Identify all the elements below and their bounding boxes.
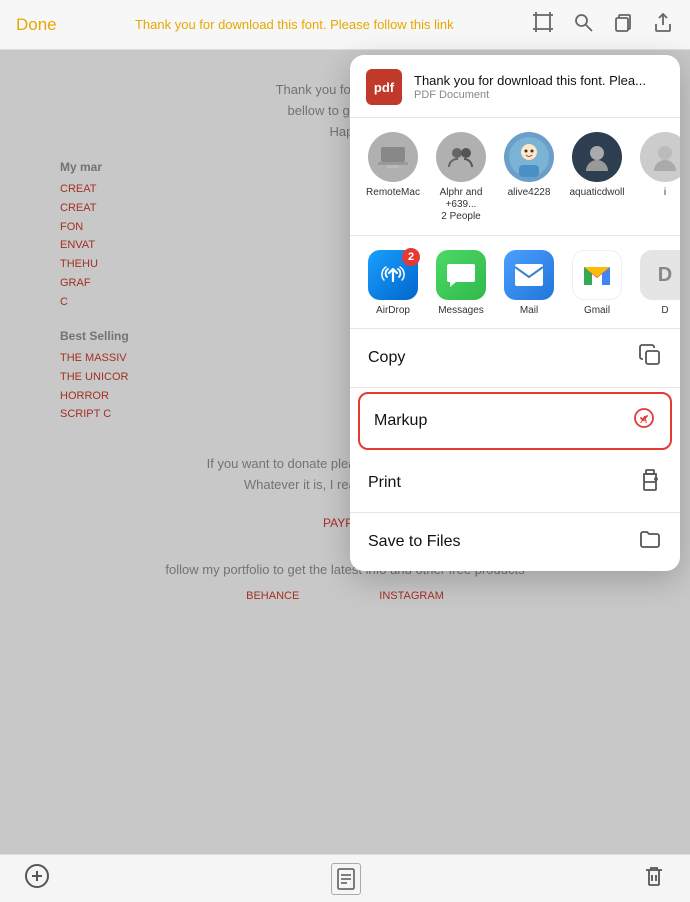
avatar-remotemac [368, 132, 418, 182]
share-apps-row: 2 AirDrop Messages [350, 236, 680, 329]
thumbnail-button[interactable] [331, 863, 361, 895]
share-person-aquatic[interactable]: aquaticdwoll [566, 132, 628, 199]
mail-icon [504, 250, 554, 300]
share-file-subtitle: PDF Document [414, 89, 646, 101]
add-button[interactable] [24, 863, 50, 895]
messages-icon [436, 250, 486, 300]
crop-icon[interactable] [532, 11, 554, 39]
bottom-bar [0, 854, 690, 902]
markup-action[interactable]: Markup A [358, 392, 672, 450]
share-person-remotemac[interactable]: RemoteMac [362, 132, 424, 199]
person-name-people: Alphr and +639...2 People [430, 187, 492, 223]
share-header: pdf Thank you for download this font. Pl… [350, 55, 680, 118]
share-person-people[interactable]: Alphr and +639...2 People [430, 132, 492, 223]
pdf-icon: pdf [366, 69, 402, 105]
delete-button[interactable] [642, 864, 666, 894]
share-app-gmail[interactable]: Gmail [566, 250, 628, 316]
avatar-aquatic [572, 132, 622, 182]
share-app-extra[interactable]: D D [634, 250, 680, 316]
share-app-messages[interactable]: Messages [430, 250, 492, 316]
avatar-extra [640, 132, 680, 182]
person-name-aquatic: aquaticdwoll [569, 187, 624, 199]
top-bar-title: Thank you for download this font. Please… [57, 17, 532, 32]
svg-text:A: A [640, 415, 648, 426]
share-app-mail[interactable]: Mail [498, 250, 560, 316]
top-bar: Done Thank you for download this font. P… [0, 0, 690, 50]
duplicate-icon[interactable] [612, 11, 634, 39]
done-button[interactable]: Done [16, 15, 57, 35]
copy-icon [638, 343, 662, 373]
print-label: Print [368, 474, 401, 492]
markup-icon: A [632, 406, 656, 436]
extra-app-icon: D [640, 250, 680, 300]
airdrop-badge: 2 [402, 248, 420, 266]
person-name-alive: alive4228 [508, 187, 551, 199]
app-name-messages: Messages [438, 305, 484, 316]
app-name-airdrop: AirDrop [376, 305, 410, 316]
share-panel: pdf Thank you for download this font. Pl… [350, 55, 680, 571]
save-files-label: Save to Files [368, 533, 460, 551]
copy-action[interactable]: Copy [350, 329, 680, 388]
share-file-title: Thank you for download this font. Plea..… [414, 73, 646, 88]
app-name-extra: D [661, 305, 668, 316]
top-bar-actions [532, 11, 674, 39]
gmail-icon [572, 250, 622, 300]
app-name-gmail: Gmail [584, 305, 610, 316]
find-icon[interactable] [572, 11, 594, 39]
print-icon [638, 468, 662, 498]
avatar-alive [504, 132, 554, 182]
person-name-extra: i [664, 187, 666, 199]
markup-label: Markup [374, 412, 427, 430]
share-people-row: RemoteMac Alphr and +639...2 People [350, 118, 680, 236]
share-person-extra[interactable]: i [634, 132, 680, 199]
folder-icon [638, 527, 662, 557]
share-icon[interactable] [652, 11, 674, 39]
avatar-people [436, 132, 486, 182]
share-app-airdrop[interactable]: 2 AirDrop [362, 250, 424, 316]
app-name-mail: Mail [520, 305, 538, 316]
airdrop-icon: 2 [368, 250, 418, 300]
print-action[interactable]: Print [350, 454, 680, 513]
save-files-action[interactable]: Save to Files [350, 513, 680, 571]
copy-label: Copy [368, 349, 405, 367]
share-person-alive[interactable]: alive4228 [498, 132, 560, 199]
person-name-remotemac: RemoteMac [366, 187, 420, 199]
